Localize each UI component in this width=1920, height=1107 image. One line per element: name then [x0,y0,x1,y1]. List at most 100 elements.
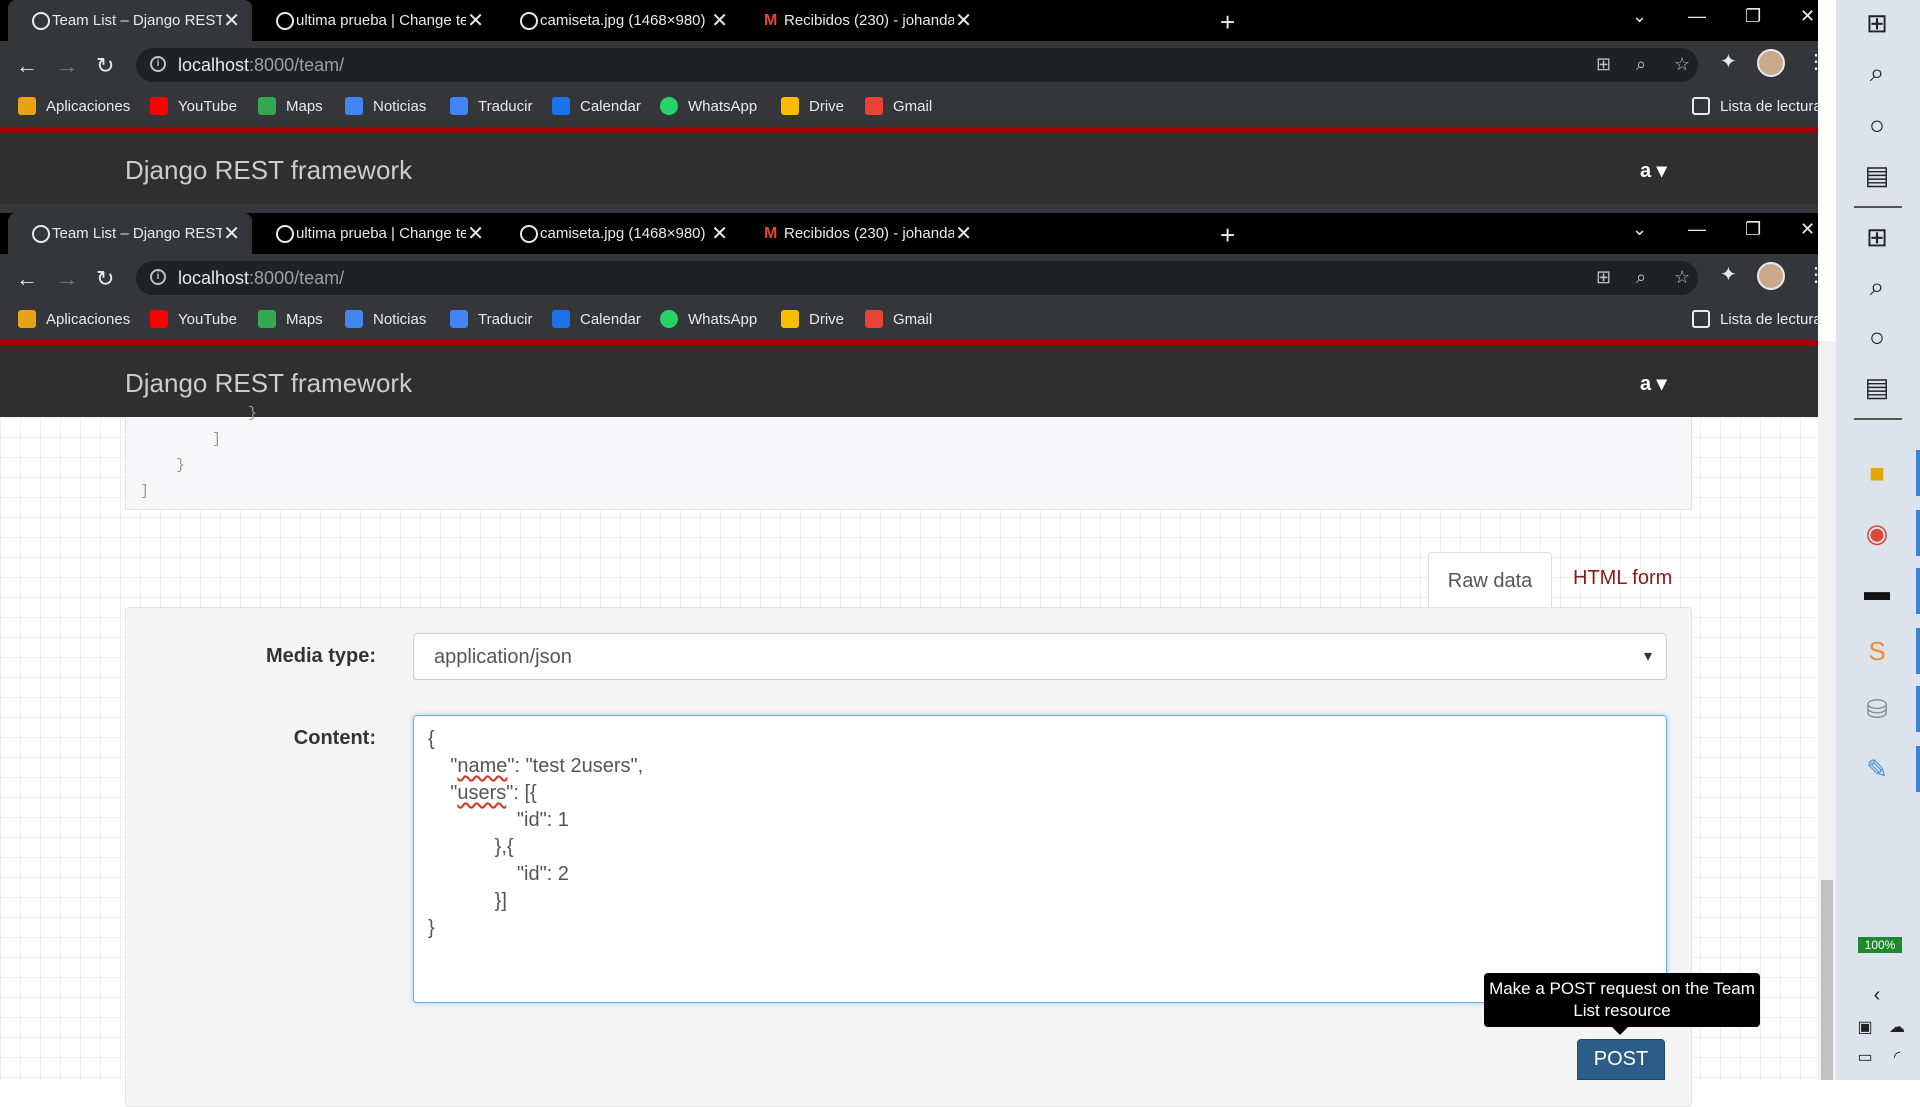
database-icon[interactable]: ⛁ [1860,692,1894,726]
tab-camiseta[interactable]: camiseta.jpg (1468×980) ✕ [496,0,740,41]
brand-link[interactable]: Django REST framework [125,155,412,186]
cortana-icon[interactable]: ○ [1860,108,1894,142]
bookmark-whatsapp[interactable]: WhatsApp [660,310,757,328]
json-brace: } [176,457,186,474]
windows-start-icon[interactable]: ⊞ [1860,220,1894,254]
close-icon[interactable]: ✕ [223,221,240,246]
close-icon[interactable]: ✕ [223,8,240,33]
tab-team-list[interactable]: Team List – Django REST framework ✕ [8,0,252,41]
scrollbar-thumb[interactable] [1821,880,1833,1080]
extensions-icon[interactable]: ✦ [1720,49,1737,74]
media-type-select[interactable]: application/json ▾ [413,633,1667,680]
bookmark-youtube[interactable]: YouTube [150,310,237,328]
terminal-icon[interactable]: ▬ [1860,574,1894,608]
windows-start-icon[interactable]: ⊞ [1860,6,1894,40]
site-info-icon[interactable]: i [150,269,166,285]
window-close-icon[interactable]: ✕ [1800,219,1815,240]
translate-icon[interactable]: ⊞ [1596,267,1611,288]
translate-icon[interactable]: ⊞ [1596,54,1611,75]
forward-icon[interactable]: → [56,53,78,79]
tab-search-icon[interactable]: ⌄ [1632,219,1647,240]
bookmark-traducir[interactable]: Traducir [450,97,532,115]
search-icon[interactable]: ⌕ [1860,56,1894,90]
reading-list[interactable]: Lista de lectura [1692,97,1822,115]
bookmark-star-icon[interactable]: ☆ [1674,54,1690,75]
chrome-icon[interactable]: ◉ [1860,516,1894,550]
close-icon[interactable]: ✕ [711,8,728,33]
wifi-icon[interactable]: ◜ [1880,1040,1914,1074]
tab-team-list[interactable]: Team List – Django REST framework ✕ [8,213,252,254]
address-bar[interactable]: i localhost:8000/team/ ⊞ ⌕ ☆ [136,261,1698,295]
bookmark-traducir[interactable]: Traducir [450,310,532,328]
reading-list[interactable]: Lista de lectura [1692,310,1822,328]
close-icon[interactable]: ✕ [955,221,972,246]
close-icon[interactable]: ✕ [711,221,728,246]
reload-icon[interactable]: ↻ [96,53,114,79]
bookmark-calendar[interactable]: Calendar [552,310,641,328]
chevron-left-icon[interactable]: ‹ [1860,978,1894,1012]
tab-change-team[interactable]: ultima prueba | Change team | Django sit… [252,0,496,41]
close-icon[interactable]: ✕ [467,8,484,33]
minimize-icon[interactable]: — [1688,6,1706,27]
post-button[interactable]: POST [1577,1039,1665,1080]
bookmark-maps[interactable]: Maps [258,310,323,328]
sublime-text-icon[interactable]: S [1860,634,1894,668]
tab-camiseta[interactable]: camiseta.jpg (1468×980) ✕ [496,213,740,254]
restore-icon[interactable]: ❐ [1745,219,1761,240]
tab-raw-data[interactable]: Raw data [1428,552,1552,610]
extensions-icon[interactable]: ✦ [1720,262,1737,287]
task-view-icon[interactable]: ▤ [1860,158,1894,192]
cortana-icon[interactable]: ○ [1860,320,1894,354]
bookmark-whatsapp[interactable]: WhatsApp [660,97,757,115]
user-dropdown[interactable]: a ▾ [1640,158,1667,183]
paint-icon[interactable]: ✎ [1860,752,1894,786]
bookmark-apps[interactable]: Aplicaciones [18,97,130,115]
tab-change-team[interactable]: ultima prueba | Change team | Django sit… [252,213,496,254]
bookmark-calendar[interactable]: Calendar [552,97,641,115]
bookmark-noticias[interactable]: Noticias [345,310,426,328]
site-info-icon[interactable]: i [150,56,166,72]
new-tab-button[interactable]: + [1220,220,1235,251]
tab-html-form[interactable]: HTML form [1573,567,1672,590]
battery-indicator: 100% [1858,937,1902,953]
content-textarea[interactable]: { "name": "test 2users", "users": [{ "id… [413,715,1667,1003]
back-icon[interactable]: ← [16,266,38,292]
tab-gmail[interactable]: M Recibidos (230) - johandanielcruz@gmai… [740,0,984,41]
window-close-icon[interactable]: ✕ [1800,6,1815,27]
search-icon[interactable]: ⌕ [1860,270,1894,304]
back-icon[interactable]: ← [16,53,38,79]
menu-icon[interactable]: ⋮ [1806,49,1826,74]
cloud-icon[interactable]: ☁ [1880,1010,1914,1044]
minimize-icon[interactable]: — [1688,219,1706,240]
reload-icon[interactable]: ↻ [96,266,114,292]
new-tab-button[interactable]: + [1220,7,1235,38]
notifications-icon[interactable]: ▣ [1848,1010,1882,1044]
avatar[interactable] [1757,49,1785,77]
file-explorer-icon[interactable]: ■ [1860,456,1894,490]
keyboard-icon[interactable]: ▭ [1848,1040,1882,1074]
forward-icon[interactable]: → [56,266,78,292]
bookmark-star-icon[interactable]: ☆ [1674,267,1690,288]
bookmark-gmail[interactable]: Gmail [865,310,932,328]
close-icon[interactable]: ✕ [467,221,484,246]
address-bar[interactable]: i localhost:8000/team/ ⊞ ⌕ ☆ [136,48,1698,82]
menu-icon[interactable]: ⋮ [1806,262,1826,287]
bookmark-youtube[interactable]: YouTube [150,97,237,115]
zoom-icon[interactable]: ⌕ [1636,54,1646,75]
close-icon[interactable]: ✕ [955,8,972,33]
content-line: },{ [428,836,514,858]
bookmark-maps[interactable]: Maps [258,97,323,115]
brand-link[interactable]: Django REST framework [125,368,412,399]
bookmark-apps[interactable]: Aplicaciones [18,310,130,328]
bookmark-drive[interactable]: Drive [781,97,844,115]
bookmark-drive[interactable]: Drive [781,310,844,328]
tab-gmail[interactable]: M Recibidos (230) - johandanielcruz@gmai… [740,213,984,254]
bookmark-noticias[interactable]: Noticias [345,97,426,115]
restore-icon[interactable]: ❐ [1745,6,1761,27]
bookmark-gmail[interactable]: Gmail [865,97,932,115]
tab-search-icon[interactable]: ⌄ [1632,6,1647,27]
zoom-icon[interactable]: ⌕ [1636,267,1646,288]
task-view-icon[interactable]: ▤ [1860,370,1894,404]
avatar[interactable] [1757,262,1785,290]
user-dropdown[interactable]: a ▾ [1640,371,1667,396]
